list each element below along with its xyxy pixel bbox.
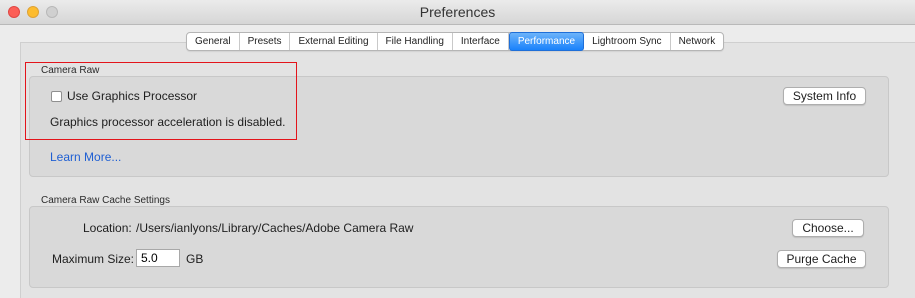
- title-bar: Preferences: [0, 0, 915, 25]
- purge-cache-button[interactable]: Purge Cache: [777, 250, 866, 268]
- maximum-size-label: Maximum Size:: [52, 252, 135, 266]
- learn-more-link[interactable]: Learn More...: [50, 150, 121, 164]
- window-title: Preferences: [419, 4, 496, 20]
- maximum-size-input[interactable]: [136, 249, 180, 267]
- preferences-tab-bar: General Presets External Editing File Ha…: [186, 32, 725, 51]
- system-info-button[interactable]: System Info: [783, 87, 866, 105]
- choose-location-button[interactable]: Choose...: [792, 219, 864, 237]
- size-unit-label: GB: [186, 252, 204, 266]
- camera-raw-cache-group: Camera Raw Cache Settings: [29, 195, 889, 288]
- tab-presets[interactable]: Presets: [240, 33, 291, 50]
- tab-external-editing[interactable]: External Editing: [290, 33, 378, 50]
- tab-performance[interactable]: Performance: [508, 32, 585, 51]
- cache-settings-legend: Camera Raw Cache Settings: [41, 195, 170, 206]
- tab-general[interactable]: General: [187, 33, 240, 50]
- highlight-annotation-box: [25, 62, 297, 140]
- tab-interface[interactable]: Interface: [453, 33, 509, 50]
- cache-location-path: /Users/ianlyons/Library/Caches/Adobe Cam…: [136, 221, 414, 235]
- tab-file-handling[interactable]: File Handling: [378, 33, 453, 50]
- tab-network[interactable]: Network: [671, 33, 724, 50]
- tab-lightroom-sync[interactable]: Lightroom Sync: [584, 33, 671, 50]
- location-label: Location:: [83, 221, 132, 235]
